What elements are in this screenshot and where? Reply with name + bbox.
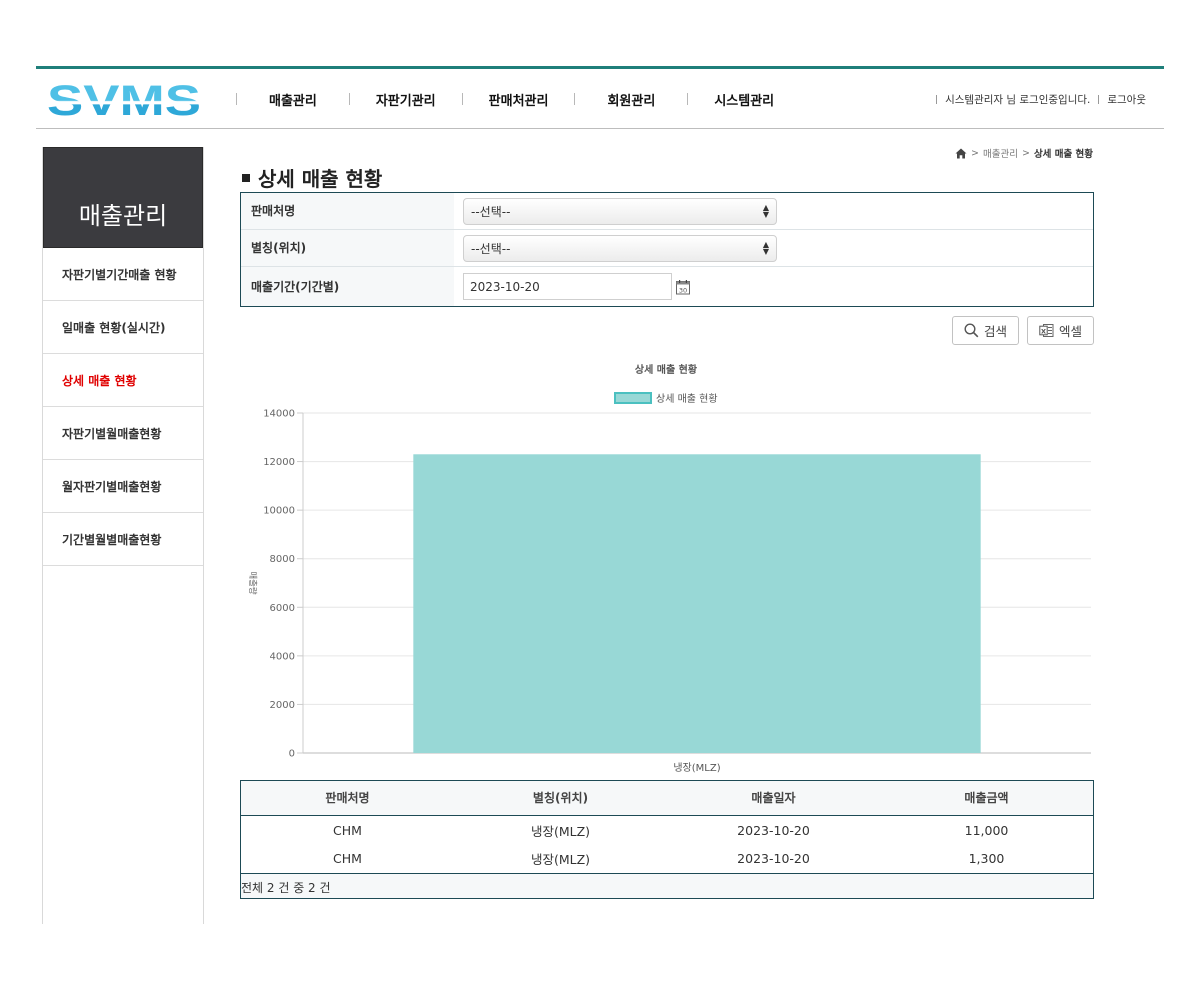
nav-item-vending-machine[interactable]: 자판기관리 bbox=[350, 90, 462, 109]
alias-label: 별칭(위치) bbox=[241, 230, 454, 266]
user-separator bbox=[936, 94, 938, 104]
page-title: 상세 매출 현황 bbox=[242, 163, 382, 192]
global-nav: 매출관리 자판기관리 판매처관리 회원관리 시스템관리 bbox=[236, 69, 800, 129]
y-tick-label: 10000 bbox=[263, 506, 295, 517]
y-tick-label: 2000 bbox=[270, 700, 295, 711]
cell-amount: 1,300 bbox=[968, 851, 1005, 866]
logo-text: SVMS bbox=[47, 82, 201, 118]
alias-field-cell: --선택-- ▲ ▼ bbox=[454, 230, 1093, 266]
chart-bars bbox=[413, 454, 981, 753]
sidebar: 매출관리 자판기별기간매출 현황 일매출 현황(실시간) 상세 매출 현황 자판… bbox=[42, 147, 204, 924]
search-icon bbox=[964, 323, 979, 338]
y-axis-label: 매출량 bbox=[247, 571, 258, 595]
period-label: 매출기간 (기간별) bbox=[241, 267, 454, 306]
breadcrumb-level1[interactable]: 매출관리 bbox=[983, 146, 1018, 160]
breadcrumb-arrow-icon: > bbox=[971, 147, 979, 159]
alias-select[interactable]: --선택-- ▲ ▼ bbox=[463, 234, 777, 262]
excel-icon: X bbox=[1039, 324, 1054, 337]
cell-date: 2023-10-20 bbox=[737, 823, 810, 839]
sidebar-item-machine-period-sales[interactable]: 자판기별기간매출 현황 bbox=[43, 248, 203, 301]
seller-field-cell: --선택-- ▲ ▼ bbox=[454, 193, 1093, 229]
column-header-amount: 매출금액 bbox=[880, 781, 1093, 816]
table-header-row: 판매처명 별칭(위치) 매출일자 매출금액 bbox=[241, 781, 1093, 816]
svms-logo[interactable]: SVMS bbox=[46, 82, 202, 118]
search-row-alias: 별칭(위치) --선택-- ▲ ▼ bbox=[241, 230, 1093, 267]
user-separator bbox=[1098, 94, 1100, 104]
sidebar-item-detail-sales[interactable]: 상세 매출 현황 bbox=[43, 354, 203, 407]
cell-seller: CHM bbox=[333, 851, 362, 866]
excel-button[interactable]: X 엑셀 bbox=[1027, 316, 1094, 345]
alias-select-value: --선택-- bbox=[471, 241, 511, 256]
sales-chart: 상세 매출 현황 상세 매출 현황 매출량 0 2000 4000 6000 8000 1… bbox=[247, 363, 1091, 774]
y-tick-label: 8000 bbox=[270, 554, 295, 565]
sidebar-title: 매출관리 bbox=[43, 147, 203, 248]
svg-text:X: X bbox=[1041, 327, 1046, 335]
search-button[interactable]: 검색 bbox=[952, 316, 1019, 345]
legend-label: 상세 매출 현황 bbox=[656, 393, 718, 405]
search-row-seller: 판매처명 --선택-- ▲ ▼ bbox=[241, 193, 1093, 230]
updown-arrow-icon: ▲ ▼ bbox=[762, 240, 769, 256]
search-row-period: 매출기간 (기간별) 2023-10-20 30 bbox=[241, 267, 1093, 306]
column-header-alias: 별칭(위치) bbox=[454, 781, 667, 816]
sidebar-item-monthly-machine-sales[interactable]: 월자판기별매출현황 bbox=[43, 460, 203, 513]
y-tick-label: 6000 bbox=[270, 603, 295, 614]
x-tick-label: 냉장(MLZ) bbox=[673, 762, 720, 774]
y-ticks: 0 2000 4000 6000 8000 10000 12000 14000 bbox=[263, 409, 295, 760]
cell-alias: 냉장(MLZ) bbox=[530, 852, 591, 867]
header: SVMS 매출관리 자판기관리 판매처관리 회원관리 시스템관리 시스템관리자 … bbox=[36, 69, 1164, 129]
page-title-text: 상세 매출 현황 bbox=[258, 167, 383, 191]
period-label-line1: 매출기간 bbox=[251, 279, 296, 294]
nav-item-sales[interactable]: 매출관리 bbox=[237, 90, 349, 109]
table-footer: 전체 2 건 중 2 건 bbox=[241, 873, 1093, 898]
y-tick-label: 0 bbox=[289, 749, 295, 760]
seller-select-value: --선택-- bbox=[471, 204, 511, 219]
chart-legend[interactable]: 상세 매출 현황 bbox=[614, 392, 718, 405]
breadcrumb-arrow-icon: > bbox=[1021, 147, 1030, 159]
cell-amount: 11,000 bbox=[964, 823, 1009, 839]
sales-table: 판매처명 별칭(위치) 매출일자 매출금액 CHM 냉장(MLZ) 2023-1… bbox=[240, 780, 1094, 899]
y-tick-label: 14000 bbox=[263, 409, 295, 420]
svg-text:30: 30 bbox=[679, 286, 687, 294]
search-button-label: 검색 bbox=[983, 324, 1007, 339]
column-header-date: 매출일자 bbox=[667, 781, 880, 816]
nav-item-system[interactable]: 시스템관리 bbox=[688, 90, 800, 109]
y-tick-label: 4000 bbox=[270, 651, 295, 662]
bar[interactable] bbox=[413, 454, 981, 753]
column-header-seller: 판매처명 bbox=[241, 781, 454, 816]
period-label-line2: (기간별) bbox=[295, 279, 340, 294]
legend-swatch bbox=[614, 392, 652, 404]
y-tick-label: 12000 bbox=[263, 457, 295, 468]
x-ticks: 냉장(MLZ) bbox=[673, 762, 720, 774]
sidebar-item-daily-sales[interactable]: 일매출 현황(실시간) bbox=[43, 301, 203, 354]
cell-seller: CHM bbox=[333, 823, 362, 839]
excel-button-label: 엑셀 bbox=[1058, 324, 1082, 339]
nav-item-seller[interactable]: 판매처관리 bbox=[463, 90, 575, 109]
calendar-icon[interactable]: 30 bbox=[675, 279, 691, 295]
login-status-text: 시스템관리자 님 로그인중입니다. bbox=[945, 93, 1091, 106]
updown-arrow-icon: ▲ ▼ bbox=[762, 203, 769, 219]
chart-title: 상세 매출 현황 bbox=[635, 363, 698, 376]
seller-select[interactable]: --선택-- ▲ ▼ bbox=[463, 197, 777, 225]
nav-item-member[interactable]: 회원관리 bbox=[575, 90, 687, 109]
sidebar-item-machine-monthly-sales[interactable]: 자판기별월매출현황 bbox=[43, 407, 203, 460]
cell-date: 2023-10-20 bbox=[737, 851, 810, 866]
cell-alias: 냉장(MLZ) bbox=[530, 824, 591, 840]
title-bullet-icon bbox=[242, 173, 250, 182]
date-input[interactable]: 2023-10-20 bbox=[463, 273, 672, 300]
period-field-cell: 2023-10-20 30 bbox=[454, 267, 1093, 306]
home-icon[interactable] bbox=[955, 148, 967, 159]
table-row: CHM 냉장(MLZ) 2023-10-20 11,000 bbox=[241, 815, 1093, 844]
search-form: 판매처명 --선택-- ▲ ▼ 별칭(위치) --선택-- ▲ ▼ 매출기간 (기간… bbox=[240, 192, 1094, 307]
breadcrumb: > 매출관리 > 상세 매출 현황 bbox=[955, 146, 1093, 160]
sales-table-grid: 판매처명 별칭(위치) 매출일자 매출금액 CHM 냉장(MLZ) 2023-1… bbox=[241, 781, 1093, 873]
sidebar-item-period-monthly-sales[interactable]: 기간별월별매출현황 bbox=[43, 513, 203, 566]
seller-label: 판매처명 bbox=[241, 193, 454, 229]
logout-link[interactable]: 로그아웃 bbox=[1107, 92, 1146, 107]
table-row: CHM 냉장(MLZ) 2023-10-20 1,300 bbox=[241, 844, 1093, 873]
user-area: 시스템관리자 님 로그인중입니다. 로그아웃 bbox=[928, 69, 1146, 129]
breadcrumb-current: 상세 매출 현황 bbox=[1033, 149, 1093, 160]
